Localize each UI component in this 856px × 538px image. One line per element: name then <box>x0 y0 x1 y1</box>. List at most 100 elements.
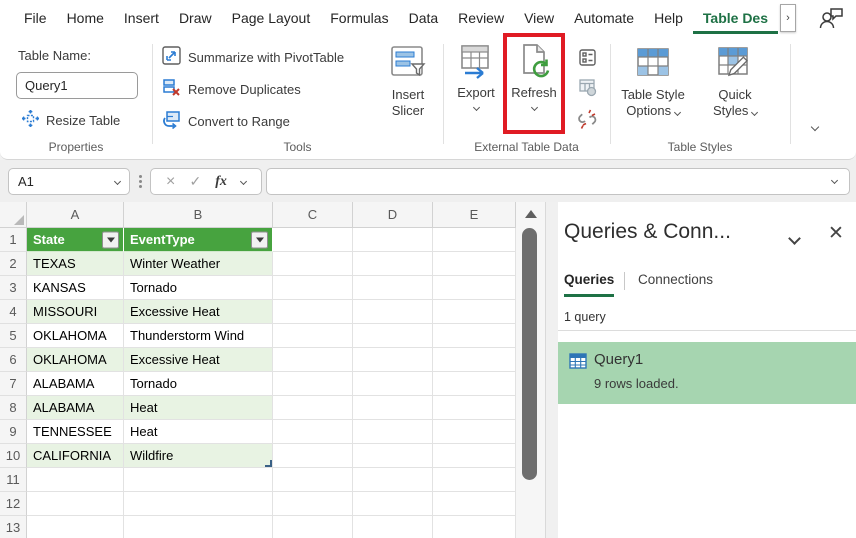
tab-table-design[interactable]: Table Des <box>693 2 778 34</box>
grid-cell-A6[interactable]: OKLAHOMA <box>27 348 124 372</box>
insert-slicer-button[interactable]: Insert Slicer <box>380 42 436 119</box>
insert-function-icon[interactable]: fx <box>215 174 227 190</box>
column-header-B[interactable]: B <box>124 202 273 228</box>
grid-cell-C8[interactable] <box>273 396 353 420</box>
filter-dropdown-eventtype[interactable] <box>251 231 268 248</box>
grid-cell-C6[interactable] <box>273 348 353 372</box>
cancel-icon[interactable]: × <box>166 173 175 191</box>
grid-cell-A11[interactable] <box>27 468 124 492</box>
filter-dropdown-state[interactable] <box>102 231 119 248</box>
table-style-options-button[interactable]: Table Style Options <box>612 42 694 119</box>
column-header-A[interactable]: A <box>27 202 124 228</box>
grid-cell-D1[interactable] <box>353 228 433 252</box>
column-header-D[interactable]: D <box>353 202 433 228</box>
grid-cell-E13[interactable] <box>433 516 516 538</box>
grid-cell-D6[interactable] <box>353 348 433 372</box>
row-header-1[interactable]: 1 <box>0 228 27 252</box>
column-header-C[interactable]: C <box>273 202 353 228</box>
row-header-2[interactable]: 2 <box>0 252 27 276</box>
column-header-E[interactable]: E <box>433 202 516 228</box>
menu-tab-file[interactable]: File <box>14 2 57 34</box>
remove-duplicates-button[interactable]: Remove Duplicates <box>162 78 301 100</box>
panel-close-icon[interactable]: ✕ <box>828 222 844 245</box>
grid-cell-C4[interactable] <box>273 300 353 324</box>
grid-cell-E3[interactable] <box>433 276 516 300</box>
menu-tab-view[interactable]: View <box>514 2 564 34</box>
grid-cell-B4[interactable]: Excessive Heat <box>124 300 273 324</box>
grid-cell-E2[interactable] <box>433 252 516 276</box>
grid-cell-D10[interactable] <box>353 444 433 468</box>
grid-cell-D7[interactable] <box>353 372 433 396</box>
table-name-input[interactable] <box>16 72 138 99</box>
row-header-3[interactable]: 3 <box>0 276 27 300</box>
grid-cell-C2[interactable] <box>273 252 353 276</box>
grid-cell-A7[interactable]: ALABAMA <box>27 372 124 396</box>
grid-cell-B13[interactable] <box>124 516 273 538</box>
grid-cell-B10[interactable]: Wildfire <box>124 444 273 468</box>
grid-cell-B3[interactable]: Tornado <box>124 276 273 300</box>
query-list-item[interactable]: Query1 9 rows loaded. <box>558 342 856 404</box>
grid-cell-D8[interactable] <box>353 396 433 420</box>
grid-cell-E5[interactable] <box>433 324 516 348</box>
menu-tab-help[interactable]: Help <box>644 2 693 34</box>
resize-table-button[interactable]: Resize Table <box>22 110 120 130</box>
grid-cell-E9[interactable] <box>433 420 516 444</box>
table-header-state[interactable]: State <box>27 228 124 252</box>
row-header-9[interactable]: 9 <box>0 420 27 444</box>
menu-tab-review[interactable]: Review <box>448 2 514 34</box>
tab-connections[interactable]: Connections <box>638 272 713 287</box>
row-header-12[interactable]: 12 <box>0 492 27 516</box>
data-range-properties-button[interactable] <box>576 46 598 68</box>
grid-cell-C13[interactable] <box>273 516 353 538</box>
vertical-scrollbar[interactable] <box>516 202 545 538</box>
row-header-6[interactable]: 6 <box>0 348 27 372</box>
grid-cell-E7[interactable] <box>433 372 516 396</box>
menu-tab-page-layout[interactable]: Page Layout <box>222 2 321 34</box>
grid-cell-C9[interactable] <box>273 420 353 444</box>
grid-cell-B5[interactable]: Thunderstorm Wind <box>124 324 273 348</box>
grid-cell-E6[interactable] <box>433 348 516 372</box>
menu-tab-home[interactable]: Home <box>57 2 114 34</box>
select-all-button[interactable] <box>0 202 27 228</box>
grid-cell-B8[interactable]: Heat <box>124 396 273 420</box>
grid-cell-B9[interactable]: Heat <box>124 420 273 444</box>
grid-cell-D3[interactable] <box>353 276 433 300</box>
row-header-4[interactable]: 4 <box>0 300 27 324</box>
formula-input[interactable] <box>266 168 850 195</box>
name-box[interactable]: A1 <box>8 168 130 195</box>
row-header-5[interactable]: 5 <box>0 324 27 348</box>
unlink-button[interactable] <box>576 108 598 130</box>
grid-cell-C12[interactable] <box>273 492 353 516</box>
grid-cell-B6[interactable]: Excessive Heat <box>124 348 273 372</box>
grid-cell-E12[interactable] <box>433 492 516 516</box>
grid-cell-A9[interactable]: TENNESSEE <box>27 420 124 444</box>
collapse-ribbon-chevron[interactable] <box>811 123 819 131</box>
menu-tab-insert[interactable]: Insert <box>114 2 169 34</box>
tab-queries[interactable]: Queries <box>564 272 614 297</box>
grid-cell-C1[interactable] <box>273 228 353 252</box>
grid-cell-C5[interactable] <box>273 324 353 348</box>
panel-options-chevron[interactable] <box>790 230 799 248</box>
grid-cell-A3[interactable]: KANSAS <box>27 276 124 300</box>
menu-tab-automate[interactable]: Automate <box>564 2 644 34</box>
row-header-7[interactable]: 7 <box>0 372 27 396</box>
grid-cell-A13[interactable] <box>27 516 124 538</box>
grid-cell-D4[interactable] <box>353 300 433 324</box>
grid-cell-C7[interactable] <box>273 372 353 396</box>
grid-cell-B2[interactable]: Winter Weather <box>124 252 273 276</box>
grid-cell-D11[interactable] <box>353 468 433 492</box>
convert-to-range-button[interactable]: Convert to Range <box>162 110 290 132</box>
grid-cell-A10[interactable]: CALIFORNIA <box>27 444 124 468</box>
grid-cell-A5[interactable]: OKLAHOMA <box>27 324 124 348</box>
refresh-button[interactable]: Refresh <box>506 42 562 110</box>
tab-overflow-button[interactable]: › <box>780 4 796 32</box>
grid-cell-D13[interactable] <box>353 516 433 538</box>
grid-cell-C11[interactable] <box>273 468 353 492</box>
grid-cell-C10[interactable] <box>273 444 353 468</box>
menu-tab-draw[interactable]: Draw <box>169 2 222 34</box>
grid-cell-E10[interactable] <box>433 444 516 468</box>
grid-cell-D12[interactable] <box>353 492 433 516</box>
person-callout-icon[interactable] <box>818 6 844 30</box>
grid-cell-D5[interactable] <box>353 324 433 348</box>
grid-cell-E4[interactable] <box>433 300 516 324</box>
